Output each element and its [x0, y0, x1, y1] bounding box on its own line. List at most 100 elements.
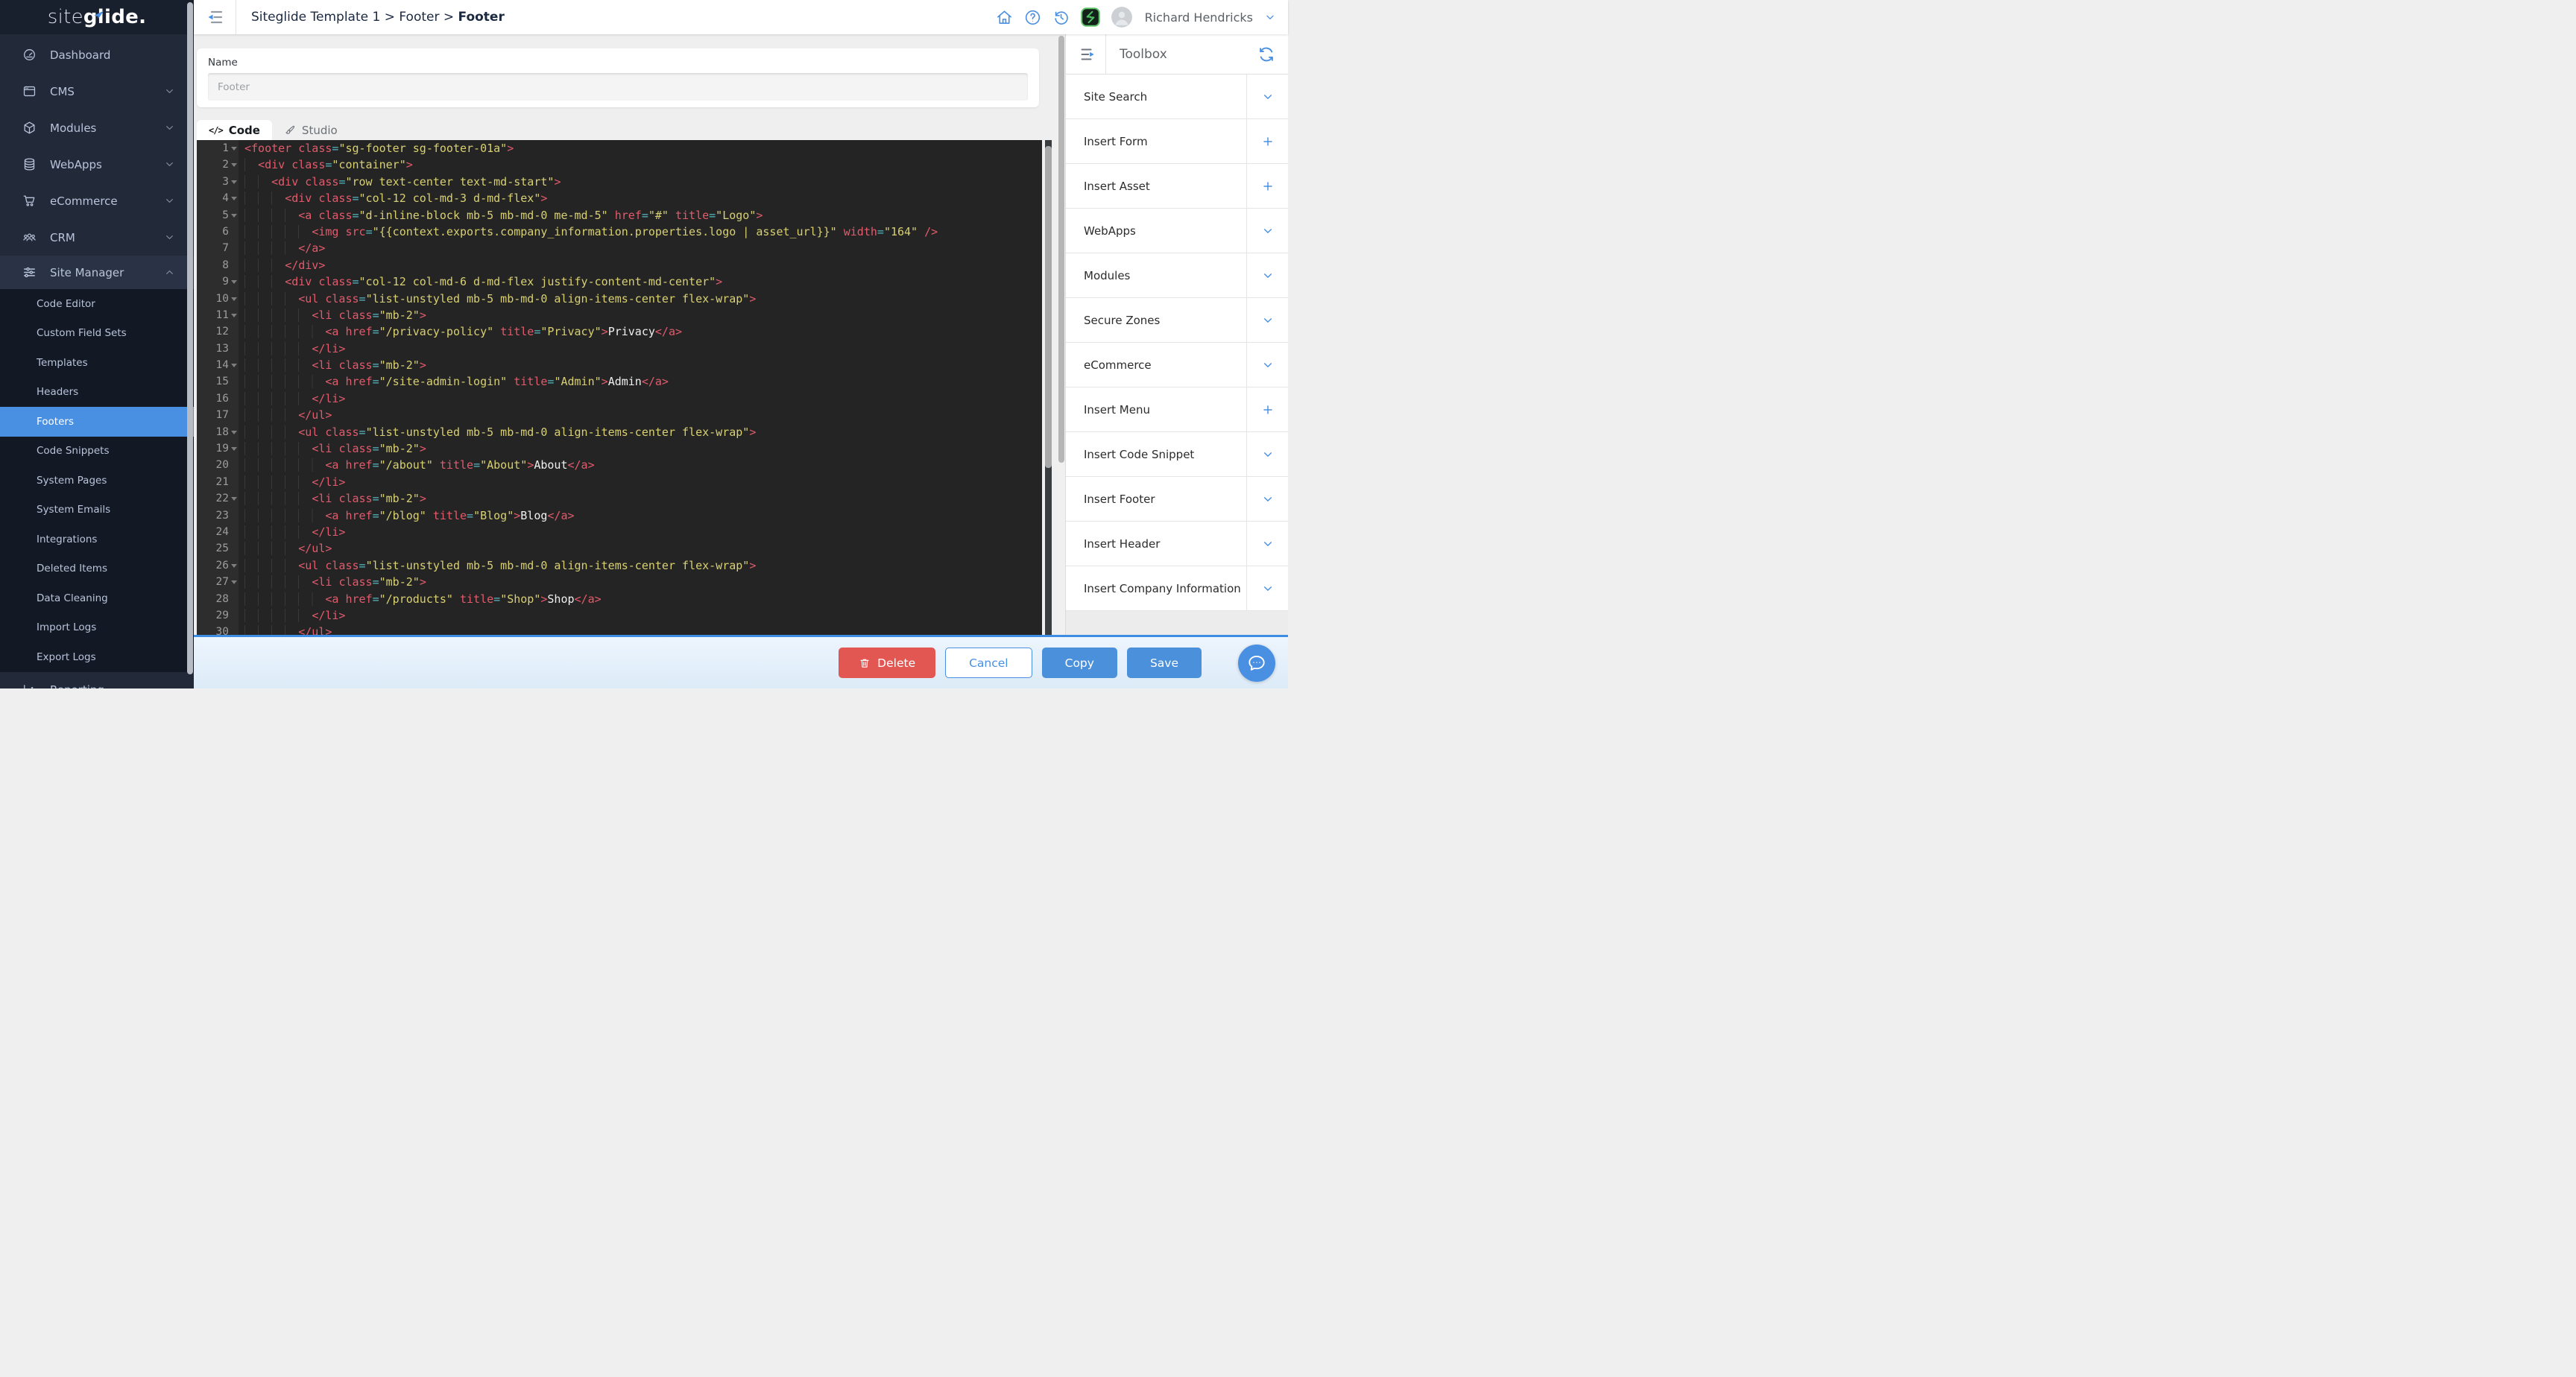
- code-line[interactable]: 30 </ul>: [197, 624, 1042, 635]
- sidebar-subitem-custom-field-sets[interactable]: Custom Field Sets: [0, 319, 194, 349]
- sidebar-subitem-footers[interactable]: Footers: [0, 407, 194, 437]
- code-line[interactable]: 17 </ul>: [197, 407, 1042, 423]
- sidebar-subitem-export-logs[interactable]: Export Logs: [0, 642, 194, 672]
- code-line[interactable]: 24 </li>: [197, 524, 1042, 540]
- help-icon[interactable]: [1024, 9, 1041, 26]
- code-line[interactable]: 12 <a href="/privacy-policy" title="Priv…: [197, 323, 1042, 340]
- toolbox-row-action[interactable]: [1246, 477, 1288, 521]
- code-line[interactable]: 25 </ul>: [197, 540, 1042, 557]
- toolbox-row-action[interactable]: [1246, 209, 1288, 253]
- siteglide-logo[interactable]: siteglide.: [48, 7, 147, 27]
- code-line[interactable]: 9 <div class="col-12 col-md-6 d-md-flex …: [197, 273, 1042, 290]
- code-line[interactable]: 18 <ul class="list-unstyled mb-5 mb-md-0…: [197, 424, 1042, 440]
- code-line[interactable]: 6 <img src="{{context.exports.company_in…: [197, 224, 1042, 240]
- sidebar-item-ecommerce[interactable]: eCommerce: [0, 183, 194, 219]
- sidebar-subitem-headers[interactable]: Headers: [0, 378, 194, 408]
- sidebar-item-dashboard[interactable]: Dashboard: [0, 37, 194, 73]
- sidebar-item-crm[interactable]: CRM: [0, 219, 194, 256]
- fold-toggle-icon[interactable]: [231, 447, 237, 451]
- code-line[interactable]: 23 <a href="/blog" title="Blog">Blog</a>: [197, 507, 1042, 524]
- fold-toggle-icon[interactable]: [231, 564, 237, 568]
- code-editor[interactable]: 1<footer class="sg-footer sg-footer-01a"…: [197, 140, 1042, 635]
- code-line[interactable]: 15 <a href="/site-admin-login" title="Ad…: [197, 373, 1042, 390]
- toolbox-row-action[interactable]: [1246, 522, 1288, 566]
- sidebar-subitem-data-cleaning[interactable]: Data Cleaning: [0, 583, 194, 613]
- code-line[interactable]: 29 </li>: [197, 607, 1042, 624]
- code-line[interactable]: 21 </li>: [197, 474, 1042, 490]
- fold-toggle-icon[interactable]: [231, 497, 237, 501]
- sidebar-subitem-import-logs[interactable]: Import Logs: [0, 613, 194, 643]
- fold-toggle-icon[interactable]: [231, 314, 237, 317]
- home-icon[interactable]: [996, 9, 1013, 26]
- sidebar-scrollbar[interactable]: [187, 2, 193, 674]
- code-line[interactable]: 16 </li>: [197, 390, 1042, 407]
- sidebar-subitem-templates[interactable]: Templates: [0, 348, 194, 378]
- toolbox-row-action[interactable]: [1246, 343, 1288, 387]
- fold-toggle-icon[interactable]: [231, 180, 237, 184]
- breadcrumb[interactable]: Siteglide Template 1 > Footer > Footer: [251, 10, 505, 25]
- toolbox-row-action[interactable]: [1246, 253, 1288, 297]
- fold-toggle-icon[interactable]: [231, 214, 237, 218]
- fold-toggle-icon[interactable]: [231, 163, 237, 167]
- name-input[interactable]: [208, 73, 1028, 101]
- cancel-button[interactable]: Cancel: [945, 648, 1032, 678]
- avatar[interactable]: [1111, 7, 1132, 28]
- code-line[interactable]: 1<footer class="sg-footer sg-footer-01a"…: [197, 140, 1042, 156]
- editor-scrollbar-thumb[interactable]: [1045, 146, 1052, 468]
- fold-toggle-icon[interactable]: [231, 147, 237, 151]
- chat-button[interactable]: [1238, 645, 1275, 682]
- toolbox-row-action[interactable]: [1246, 298, 1288, 342]
- fold-toggle-icon[interactable]: [231, 580, 237, 584]
- editor-scrollbar[interactable]: [1045, 140, 1052, 635]
- code-line[interactable]: 10 <ul class="list-unstyled mb-5 mb-md-0…: [197, 291, 1042, 307]
- code-line[interactable]: 22 <li class="mb-2">: [197, 490, 1042, 507]
- user-name[interactable]: Richard Hendricks: [1145, 10, 1253, 25]
- toolbox-row-action[interactable]: [1246, 387, 1288, 431]
- siteglide-app-icon[interactable]: [1081, 7, 1100, 27]
- code-line[interactable]: 19 <li class="mb-2">: [197, 440, 1042, 457]
- code-line[interactable]: 5 <a class="d-inline-block mb-5 mb-md-0 …: [197, 207, 1042, 224]
- code-line[interactable]: 3 <div class="row text-center text-md-st…: [197, 174, 1042, 190]
- code-line[interactable]: 20 <a href="/about" title="About">About<…: [197, 457, 1042, 473]
- copy-button[interactable]: Copy: [1042, 648, 1117, 678]
- code-line[interactable]: 27 <li class="mb-2">: [197, 574, 1042, 590]
- code-line[interactable]: 26 <ul class="list-unstyled mb-5 mb-md-0…: [197, 557, 1042, 574]
- sidebar-item-reporting[interactable]: Reporting: [0, 672, 194, 689]
- page-scrollbar[interactable]: [1058, 34, 1065, 635]
- code-line[interactable]: 2 <div class="container">: [197, 156, 1042, 173]
- sidebar-item-webapps[interactable]: WebApps: [0, 146, 194, 183]
- sidebar-item-modules[interactable]: Modules: [0, 110, 194, 146]
- code-line[interactable]: 8 </div>: [197, 257, 1042, 273]
- code-line[interactable]: 11 <li class="mb-2">: [197, 307, 1042, 323]
- code-line[interactable]: 14 <li class="mb-2">: [197, 357, 1042, 373]
- page-scrollbar-thumb[interactable]: [1058, 36, 1064, 463]
- sidebar-subitem-system-pages[interactable]: System Pages: [0, 466, 194, 496]
- sidebar-subitem-system-emails[interactable]: System Emails: [0, 496, 194, 525]
- toolbox-row-action[interactable]: [1246, 164, 1288, 208]
- fold-toggle-icon[interactable]: [231, 297, 237, 301]
- sidebar-subitem-code-editor[interactable]: Code Editor: [0, 289, 194, 319]
- sidebar-item-cms[interactable]: CMS: [0, 73, 194, 110]
- code-line[interactable]: 4 <div class="col-12 col-md-3 d-md-flex"…: [197, 190, 1042, 206]
- toolbox-row-action[interactable]: [1246, 566, 1288, 610]
- toolbox-row-action[interactable]: [1246, 75, 1288, 118]
- user-menu-chevron-icon[interactable]: [1264, 11, 1276, 23]
- sidebar-item-site-manager[interactable]: Site Manager: [0, 256, 194, 289]
- save-button[interactable]: Save: [1127, 648, 1202, 678]
- code-line[interactable]: 13 </li>: [197, 341, 1042, 357]
- code-line[interactable]: 28 <a href="/products" title="Shop">Shop…: [197, 591, 1042, 607]
- code-line[interactable]: 7 </a>: [197, 240, 1042, 256]
- sidebar-subitem-integrations[interactable]: Integrations: [0, 525, 194, 554]
- fold-toggle-icon[interactable]: [231, 364, 237, 367]
- sidebar-subitem-code-snippets[interactable]: Code Snippets: [0, 437, 194, 466]
- tab-code[interactable]: </>Code: [197, 120, 272, 140]
- toolbox-row-action[interactable]: [1246, 119, 1288, 163]
- toolbox-row-action[interactable]: [1246, 432, 1288, 476]
- fold-toggle-icon[interactable]: [231, 431, 237, 434]
- collapse-sidebar-icon[interactable]: [206, 7, 226, 27]
- history-icon[interactable]: [1052, 9, 1070, 26]
- sidebar-subitem-deleted-items[interactable]: Deleted Items: [0, 554, 194, 584]
- tab-studio[interactable]: Studio: [272, 120, 350, 140]
- delete-button[interactable]: Delete: [839, 648, 935, 678]
- refresh-icon[interactable]: [1258, 46, 1275, 63]
